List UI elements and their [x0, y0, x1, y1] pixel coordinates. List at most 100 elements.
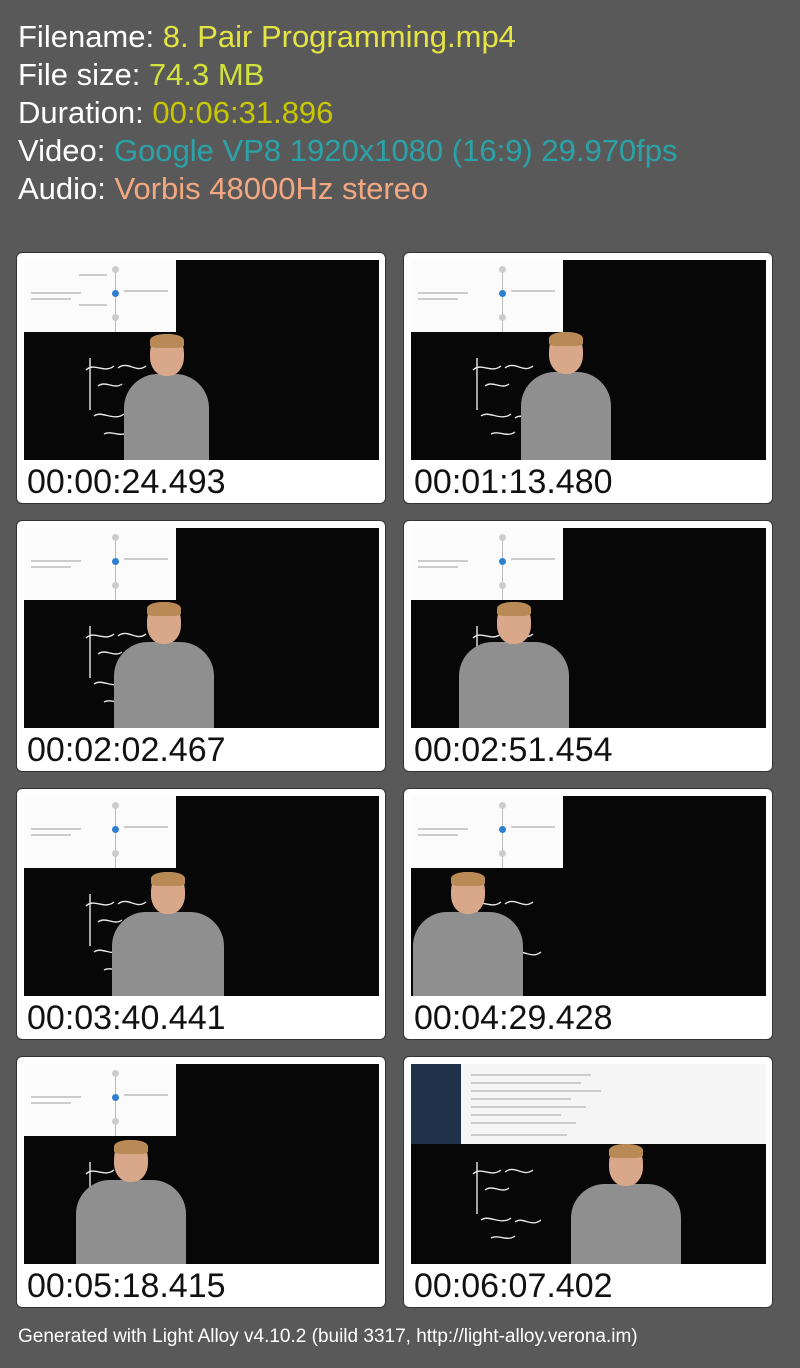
slide-line	[31, 828, 81, 830]
slide-line	[418, 828, 468, 830]
presenter-hair	[549, 332, 583, 346]
timestamp: 00:02:51.454	[414, 731, 613, 769]
filename-line: Filename: 8. Pair Programming.mp4	[18, 18, 678, 56]
thumbnail-tile[interactable]: 00:02:51.454	[403, 520, 773, 772]
video-frame[interactable]	[411, 528, 766, 728]
slide-line	[418, 834, 458, 836]
slide-overlay	[24, 1064, 176, 1136]
thumbnail-tile[interactable]: 00:01:13.480	[403, 252, 773, 504]
timeline-dot-active	[112, 826, 119, 833]
timestamp: 00:03:40.441	[27, 999, 226, 1037]
slide-line	[79, 274, 107, 276]
presenter	[571, 1144, 681, 1264]
video-frame[interactable]	[24, 1064, 379, 1264]
thumbnail-tile[interactable]: 00:05:18.415	[16, 1056, 386, 1308]
video-value: Google VP8 1920x1080 (16:9) 29.970fps	[113, 133, 678, 168]
presenter	[413, 872, 523, 996]
slide-line	[418, 298, 458, 300]
timeline-dot	[112, 582, 119, 589]
thumbnail-tile[interactable]: 00:06:07.402	[403, 1056, 773, 1308]
filesize-label: File size:	[18, 57, 149, 92]
presenter-hair	[451, 872, 485, 886]
slide-line	[31, 1102, 71, 1104]
timeline-dot-active	[112, 1094, 119, 1101]
slide-line	[124, 1094, 168, 1096]
slide-line	[418, 560, 468, 562]
timeline-dot-active	[499, 826, 506, 833]
presenter	[76, 1140, 186, 1264]
video-frame[interactable]	[411, 1064, 766, 1264]
timeline-line	[115, 536, 116, 600]
slide-line	[471, 1074, 591, 1076]
slide-line	[31, 1096, 81, 1098]
presenter-body	[76, 1180, 186, 1264]
filesize-value: 74.3 MB	[148, 57, 265, 92]
timeline-line	[502, 804, 503, 868]
slide-line	[471, 1106, 586, 1108]
slide-overlay	[411, 796, 563, 868]
chalkboard-code	[472, 1162, 542, 1239]
thumbnail-tile[interactable]: 00:03:40.441	[16, 788, 386, 1040]
duration-label: Duration:	[18, 95, 153, 130]
timeline-line	[115, 804, 116, 868]
timeline-line	[502, 536, 503, 600]
slide-line	[124, 290, 168, 292]
thumbnail-tile[interactable]: 00:04:29.428	[403, 788, 773, 1040]
presenter-body	[571, 1184, 681, 1264]
presenter	[112, 872, 224, 996]
slide-dark-panel	[411, 1064, 461, 1144]
slide-line	[471, 1134, 567, 1136]
presenter-body	[112, 912, 224, 996]
filesize-line: File size: 74.3 MB	[18, 56, 678, 94]
thumbnail-tile[interactable]: 00:00:24.493	[16, 252, 386, 504]
presenter-body	[114, 642, 214, 728]
presenter-hair	[114, 1140, 148, 1154]
slide-line	[418, 566, 458, 568]
video-frame[interactable]	[24, 260, 379, 460]
slide-line	[31, 560, 81, 562]
timeline-dot	[112, 802, 119, 809]
file-info: Filename: 8. Pair Programming.mp4 File s…	[18, 18, 678, 208]
slide-overlay	[24, 796, 176, 868]
slide-line	[511, 826, 555, 828]
slide-line	[79, 304, 107, 306]
presenter-hair	[609, 1144, 643, 1158]
video-frame[interactable]	[24, 528, 379, 728]
slide-line	[31, 834, 71, 836]
thumbnail-tile[interactable]: 00:02:02.467	[16, 520, 386, 772]
slide-overlay	[411, 528, 563, 600]
video-frame[interactable]	[24, 796, 379, 996]
presenter	[459, 602, 569, 728]
filename-value: 8. Pair Programming.mp4	[162, 19, 516, 54]
video-frame[interactable]	[411, 260, 766, 460]
presenter	[124, 334, 209, 460]
video-frame[interactable]	[411, 796, 766, 996]
audio-label: Audio:	[18, 171, 115, 206]
presenter-body	[124, 374, 209, 460]
timeline-dot	[499, 582, 506, 589]
slide-line	[471, 1114, 561, 1116]
presenter-body	[413, 912, 523, 996]
timeline-dot	[112, 1118, 119, 1125]
audio-value: Vorbis 48000Hz stereo	[114, 171, 429, 206]
slide-overlay	[24, 260, 176, 332]
slide-line	[124, 558, 168, 560]
timestamp: 00:04:29.428	[414, 999, 613, 1037]
timeline-dot	[499, 266, 506, 273]
slide-line	[124, 826, 168, 828]
slide-overlay	[24, 528, 176, 600]
duration-value: 00:06:31.896	[152, 95, 334, 130]
timestamp: 00:01:13.480	[414, 463, 613, 501]
slide-line	[511, 290, 555, 292]
presenter-body	[521, 372, 611, 460]
timeline-dot-active	[112, 290, 119, 297]
slide-overlay	[411, 1064, 766, 1144]
presenter	[114, 602, 214, 728]
presenter-hair	[497, 602, 531, 616]
timeline-dot-active	[499, 558, 506, 565]
slide-line	[418, 292, 468, 294]
duration-line: Duration: 00:06:31.896	[18, 94, 678, 132]
generator-credit: Generated with Light Alloy v4.10.2 (buil…	[18, 1326, 638, 1347]
slide-line	[471, 1122, 576, 1124]
presenter	[521, 332, 611, 460]
